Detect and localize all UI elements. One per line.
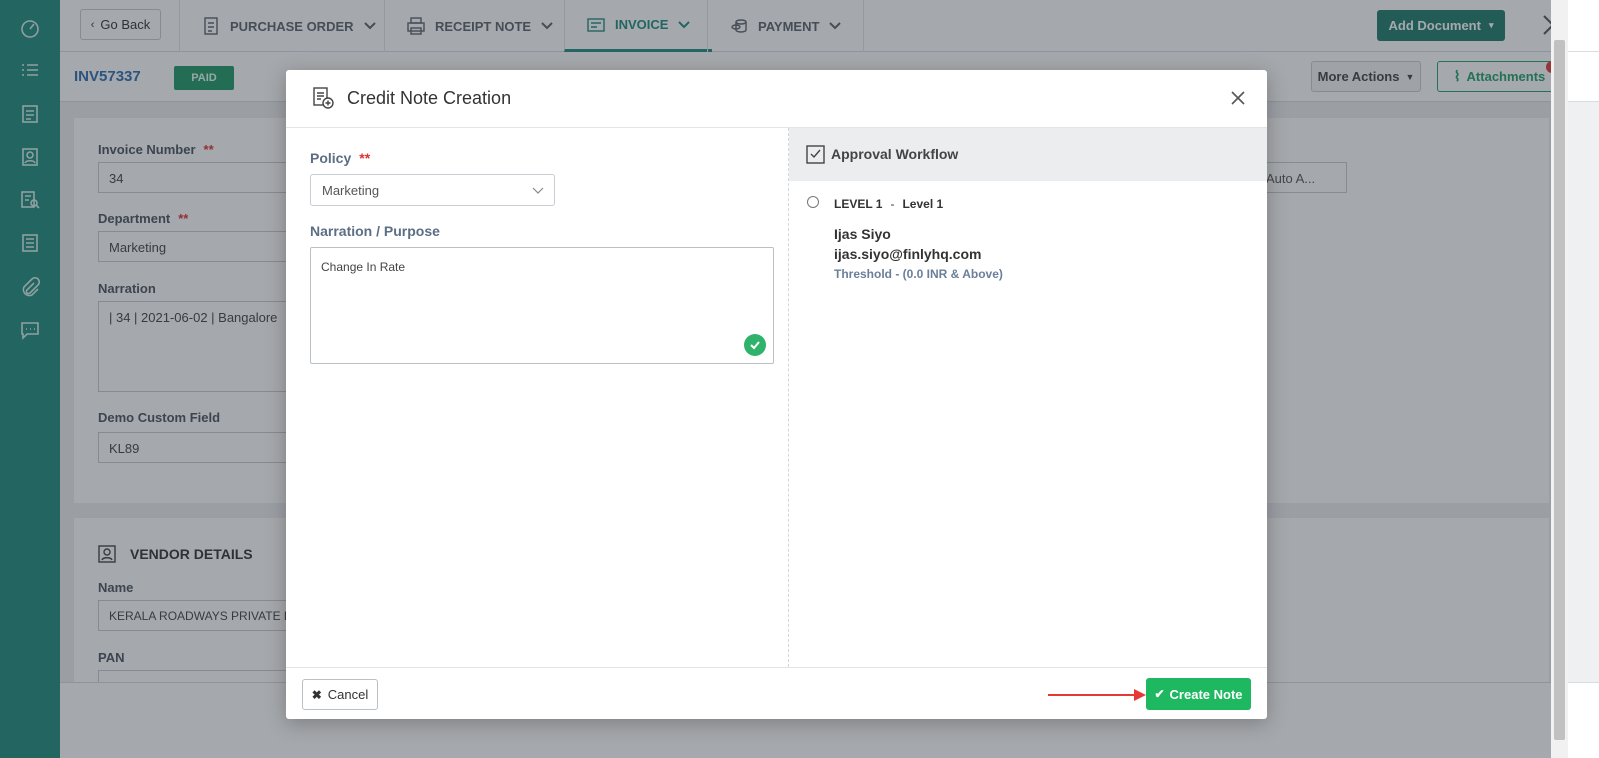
annotation-arrow-icon [1048, 689, 1146, 701]
close-icon: ✖ [311, 687, 322, 702]
valid-check-icon [744, 334, 766, 356]
approver-email: ijas.siyo@finlyhq.com [834, 246, 982, 262]
level-radio[interactable] [807, 196, 819, 208]
narration-purpose-textarea[interactable]: Change In Rate [310, 247, 774, 364]
modal-title: Credit Note Creation [347, 88, 512, 108]
create-note-label: Create Note [1169, 686, 1243, 702]
approval-workflow-header: Approval Workflow [789, 128, 1267, 181]
approver-name: Ijas Siyo [834, 226, 891, 242]
threshold-text: Threshold - (0.0 INR & Above) [834, 267, 1003, 281]
approval-workflow-title: Approval Workflow [831, 146, 959, 162]
credit-note-form: Policy ** Marketing Narration / Purpose C… [286, 128, 789, 667]
approval-workflow-panel: Approval Workflow LEVEL 1- Level 1 Ijas S… [789, 128, 1267, 667]
checkbox-checked-icon [806, 145, 825, 164]
credit-note-modal: Credit Note Creation Policy ** Marketing … [286, 70, 1267, 719]
chevron-down-icon [532, 187, 544, 194]
level-heading: LEVEL 1- Level 1 [834, 197, 944, 211]
check-icon: ✔ [1154, 687, 1165, 701]
scrollbar-thumb[interactable] [1554, 40, 1565, 740]
create-note-button[interactable]: ✔ Create Note [1146, 678, 1251, 710]
narration-purpose-value: Change In Rate [321, 260, 406, 274]
cancel-button[interactable]: ✖ Cancel [302, 679, 378, 710]
credit-note-icon [313, 87, 334, 109]
narration-purpose-label: Narration / Purpose [310, 223, 440, 239]
policy-label: Policy ** [310, 150, 371, 166]
modal-header: Credit Note Creation [286, 70, 1267, 128]
policy-select[interactable]: Marketing [310, 174, 555, 206]
cancel-label: Cancel [327, 687, 369, 702]
close-icon[interactable] [1228, 88, 1248, 108]
policy-value: Marketing [322, 183, 380, 198]
